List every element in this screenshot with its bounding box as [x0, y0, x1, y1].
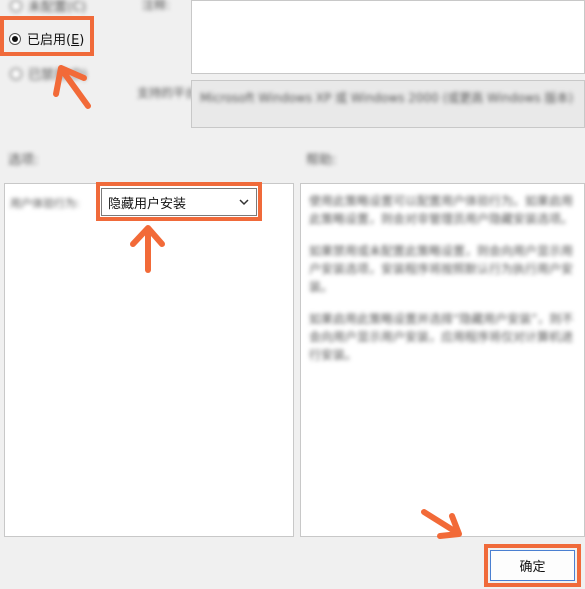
annotation-arrows — [53, 65, 462, 539]
